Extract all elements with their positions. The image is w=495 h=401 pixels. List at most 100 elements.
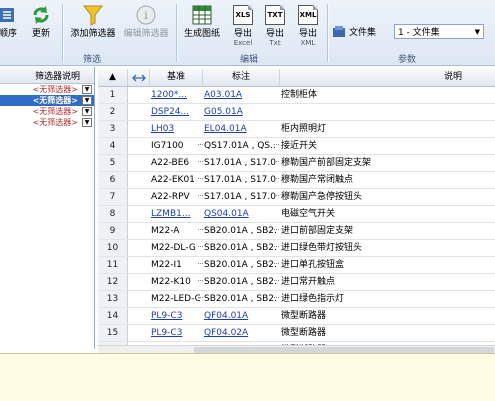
tag-cell[interactable]: G05.01A (203, 104, 276, 120)
desc-cell: 进口绿色指示灯 (281, 294, 345, 304)
row-number[interactable]: 11 (98, 257, 128, 273)
generate-drawing-button[interactable]: 生成图纸 (180, 4, 224, 48)
column-header-tag[interactable]: 标注 (203, 69, 280, 86)
chevron-down-icon[interactable]: ▼ (82, 85, 92, 94)
tag-cell: SB20.01A , SB2... (204, 260, 276, 270)
desc-cell: 柜内照明灯 (281, 124, 327, 134)
base-cell[interactable]: PL9-C3 (150, 325, 200, 341)
table-row[interactable]: 7 A22-RPV S17.01A , S17.0... 穆勒国产急停按钮头 (98, 189, 495, 206)
chevron-down-icon[interactable]: ▼ (82, 107, 92, 116)
filter-row[interactable]: <无筛选器> ▼ (0, 84, 94, 95)
fileset-label-box: 文件集 (332, 24, 392, 39)
table-row[interactable]: 14 PL9-C3 QF04.01A 微型断路器 (98, 308, 495, 325)
filter-row[interactable]: <无筛选器> ▼ (0, 95, 94, 106)
overflow-dots (198, 161, 203, 167)
row-number[interactable]: 9 (98, 223, 128, 239)
export-xml-button[interactable]: XML 导出 XML (294, 4, 322, 48)
desc-cell: 微型断路器 (281, 328, 327, 338)
refresh-icon (30, 4, 52, 26)
sort-button[interactable]: 顺序 (0, 4, 22, 48)
edit-filter-label: 编辑筛选器 (123, 29, 169, 39)
add-filter-button[interactable]: 添加筛选器 (66, 4, 120, 48)
table-row[interactable]: 2 DSP24... G05.01A (98, 104, 495, 121)
desc-cell: 接近开关 (281, 141, 318, 151)
table-row[interactable]: 9 M22-A SB20.01A , SB2... 进口前部固定支架 (98, 223, 495, 240)
export-excel-button[interactable]: XLS 导出 Excel (230, 4, 256, 48)
overflow-dots (198, 178, 203, 184)
tag-cell[interactable]: A03.01A (203, 87, 276, 103)
table-row[interactable]: 4 IG7100 QS17.01A , QS... 接近开关 (98, 138, 495, 155)
table-row[interactable]: 12 M22-K10 SB20.01A , SB2... 进口常开触点 (98, 274, 495, 291)
row-number[interactable]: 5 (98, 155, 128, 171)
desc-cell: 进口单孔按钮盒 (281, 260, 345, 270)
overflow-dots (198, 246, 203, 252)
row-number[interactable]: 12 (98, 274, 128, 290)
chevron-down-icon[interactable]: ▼ (82, 96, 92, 105)
base-cell[interactable]: LZMB1... (150, 206, 200, 222)
row-number[interactable]: 13 (98, 291, 128, 307)
row-number[interactable]: 8 (98, 206, 128, 222)
base-cell[interactable]: 1200*... (150, 87, 200, 103)
overflow-dots (198, 229, 203, 235)
table-row[interactable]: 13 M22-LED-G SB20.01A , SB2... 进口绿色指示灯 (98, 291, 495, 308)
tag-cell[interactable]: EL04.01A (203, 121, 276, 137)
column-chooser-icon[interactable] (128, 69, 150, 86)
row-number[interactable]: 2 (98, 104, 128, 120)
table-row[interactable]: 5 A22-BE6 S17.01A , S17.0... 穆勒国产前部固定支架 (98, 155, 495, 172)
base-cell[interactable]: LH03 (150, 121, 200, 137)
filter-row[interactable]: <无筛选器> ▼ (0, 117, 94, 128)
tag-cell[interactable]: QF04.01A (203, 308, 276, 324)
table-row[interactable]: 1 1200*... A03.01A 控制柜体 (98, 87, 495, 104)
column-header-desc[interactable]: 说明 (280, 69, 495, 86)
row-number[interactable]: 15 (98, 325, 128, 341)
row-number[interactable]: 3 (98, 121, 128, 137)
base-cell[interactable]: DSP24... (150, 104, 200, 120)
txt-file-icon: TXT (265, 5, 285, 25)
base-cell: A22-EK01 (151, 175, 195, 185)
tag-cell: S17.01A , S17.0... (204, 192, 276, 202)
fileset-select[interactable]: 1 - 文件集 ▼ (394, 24, 484, 39)
row-number[interactable]: 10 (98, 240, 128, 256)
row-number[interactable]: 7 (98, 189, 128, 205)
desc-cell: 进口前部固定支架 (281, 226, 354, 236)
generate-drawing-label: 生成图纸 (183, 29, 220, 39)
refresh-label: 更新 (31, 29, 50, 39)
row-number[interactable]: 1 (98, 87, 128, 103)
filter-row[interactable]: <无筛选器> ▼ (0, 106, 94, 117)
overflow-dots (198, 280, 203, 286)
funnel-icon (82, 4, 104, 26)
row-number[interactable]: 4 (98, 138, 128, 154)
tag-cell: QS17.01A , QS... (204, 141, 276, 151)
export-txt-label: 导出 (265, 29, 284, 39)
fileset-icon (333, 25, 345, 37)
column-header-base[interactable]: 基准 (150, 69, 203, 86)
overflow-dots (274, 229, 279, 235)
row-number[interactable]: 14 (98, 308, 128, 324)
ribbon-separator (327, 4, 329, 62)
table-row[interactable]: 11 M22-I1 SB20.01A , SB2... 进口单孔按钮盒 (98, 257, 495, 274)
edit-filter-button[interactable]: i 编辑筛选器 (120, 4, 172, 48)
overflow-dots (274, 263, 279, 269)
desc-cell: 穆勒国产常闭触点 (281, 175, 354, 185)
base-cell[interactable]: PL9-C3 (150, 308, 200, 324)
tag-cell[interactable]: QF04.02A (203, 325, 276, 341)
row-number[interactable]: 6 (98, 172, 128, 188)
desc-cell: 电磁空气开关 (281, 209, 336, 219)
sort-up-icon[interactable]: ▲ (98, 69, 128, 86)
table-row[interactable]: 6 A22-EK01 S17.01A , S17.0... 穆勒国产常闭触点 (98, 172, 495, 189)
table-row[interactable]: 10 M22-DL-G SB20.01A , SB2... 进口绿色带灯按钮头 (98, 240, 495, 257)
table-row[interactable]: 8 LZMB1... QS04.01A 电磁空气开关 (98, 206, 495, 223)
sort-label: 顺序 (0, 29, 17, 39)
overflow-dots (198, 263, 203, 269)
export-xml-label: 导出 (298, 29, 317, 39)
tag-cell: SB20.01A , SB2... (204, 243, 276, 253)
refresh-button[interactable]: 更新 (28, 4, 54, 48)
table-row[interactable]: 15 PL9-C3 QF04.02A 微型断路器 (98, 325, 495, 342)
export-txt-button[interactable]: TXT 导出 Txt (262, 4, 288, 48)
xml-file-icon: XML (298, 5, 318, 25)
table-row[interactable]: 3 LH03 EL04.01A 柜内照明灯 (98, 121, 495, 138)
tag-cell: SB20.01A , SB2... (204, 226, 276, 236)
desc-cell: 控制柜体 (281, 90, 318, 100)
tag-cell[interactable]: QS04.01A (203, 206, 276, 222)
chevron-down-icon[interactable]: ▼ (82, 118, 92, 127)
